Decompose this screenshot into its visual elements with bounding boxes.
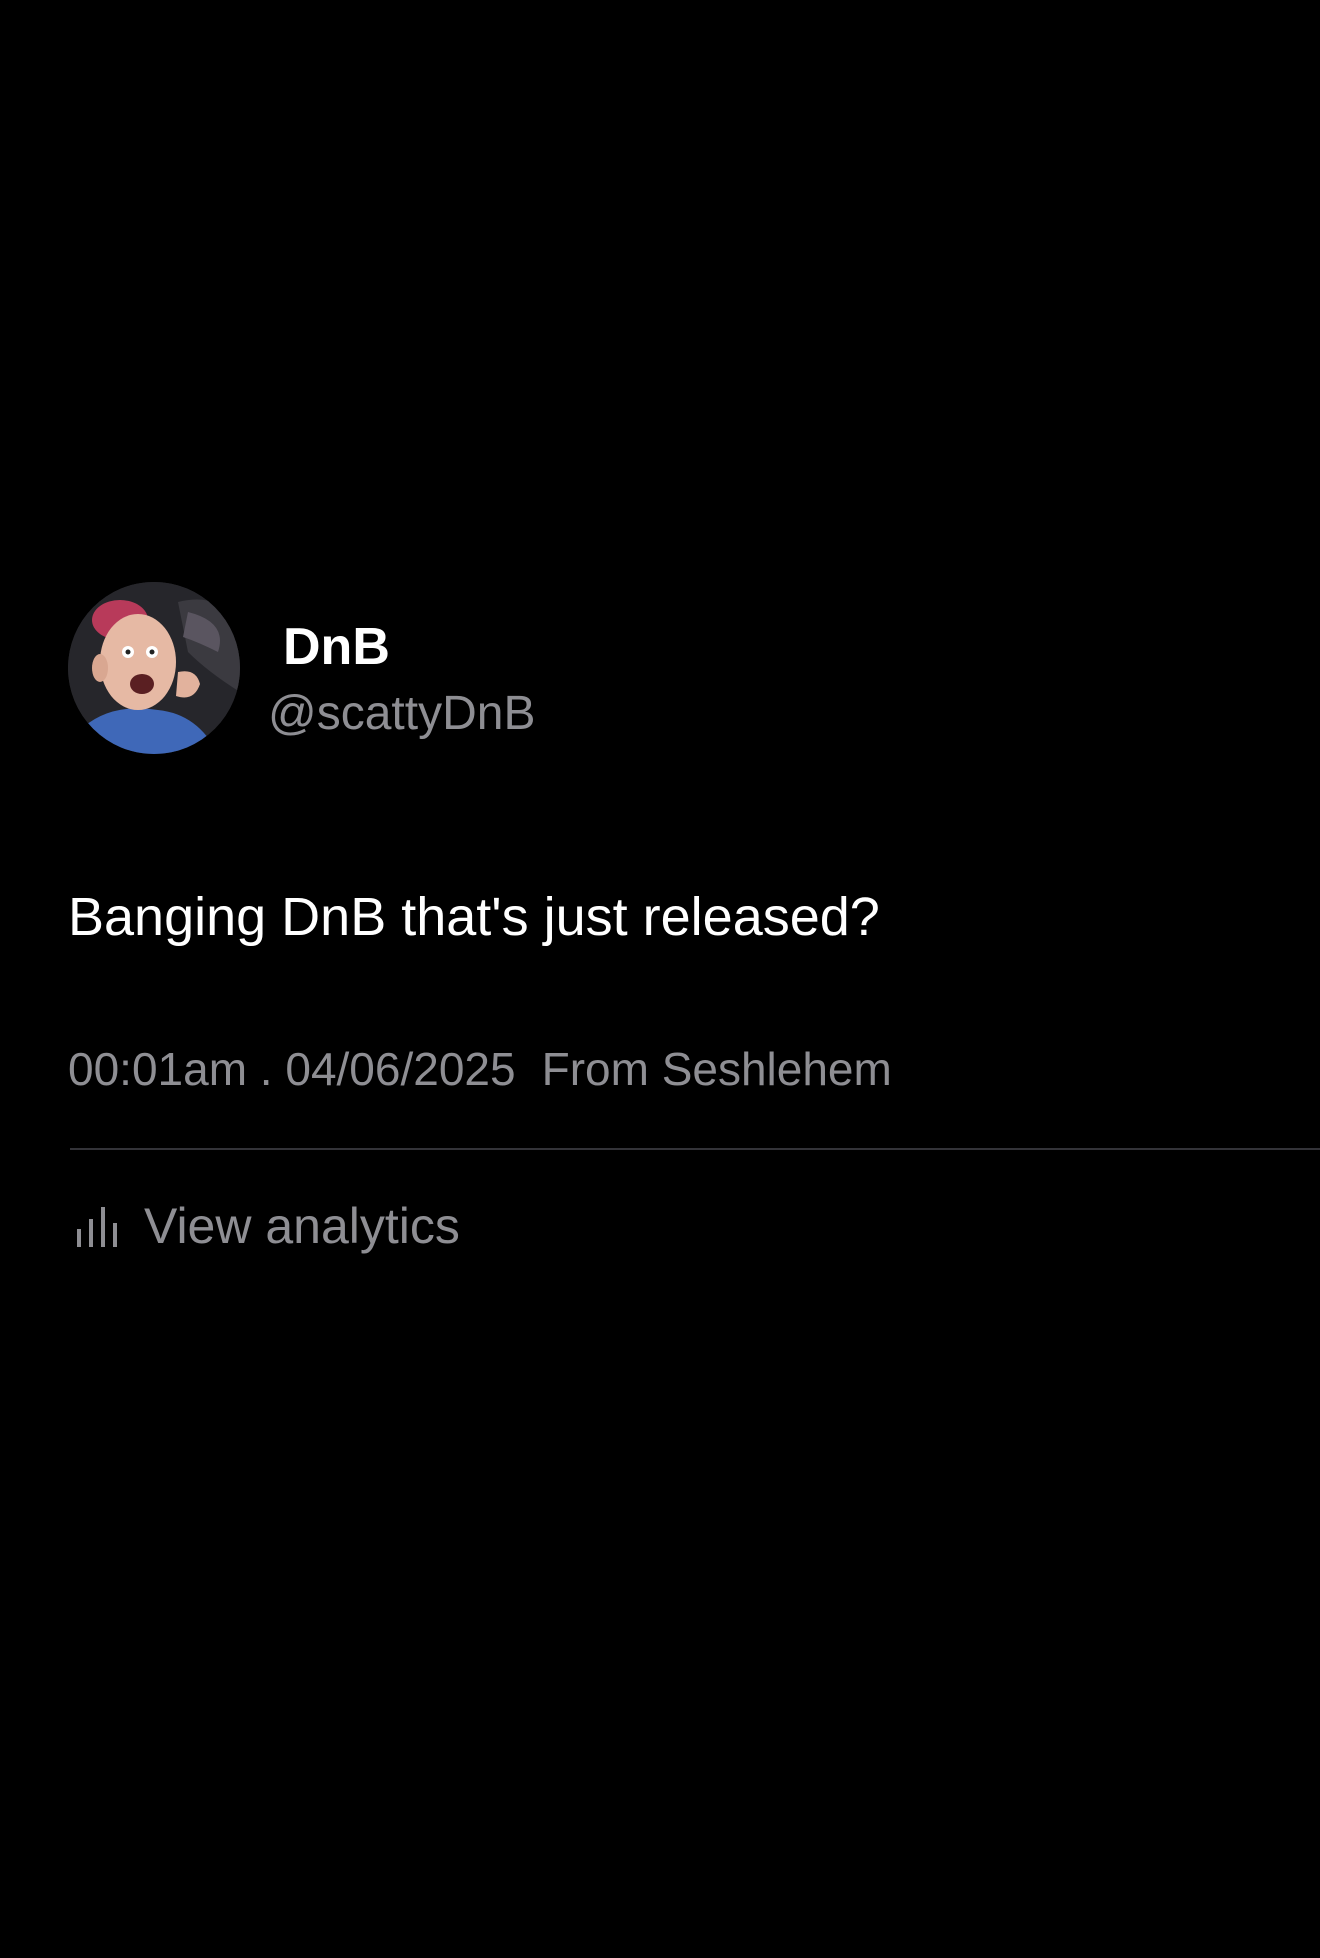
post-metadata: 00:01am . 04/06/2025 From Seshlehem <box>68 1040 892 1098</box>
avatar[interactable] <box>68 582 240 754</box>
author-handle[interactable]: @scattyDnB <box>268 684 535 744</box>
divider <box>70 1148 1320 1150</box>
author-display-name[interactable]: DnB <box>283 616 390 678</box>
post-source: From Seshlehem <box>541 1043 892 1095</box>
view-analytics-label: View analytics <box>144 1198 460 1254</box>
view-analytics-button[interactable]: View analytics <box>74 1196 460 1256</box>
post-timestamp[interactable]: 00:01am . 04/06/2025 <box>68 1043 516 1095</box>
post-text: Banging DnB that's just released? <box>68 887 880 947</box>
avatar-photo <box>68 582 240 754</box>
bar-chart-icon <box>77 1207 117 1247</box>
post-card: DnB @scattyDnB Banging DnB that's just r… <box>0 0 1320 1958</box>
